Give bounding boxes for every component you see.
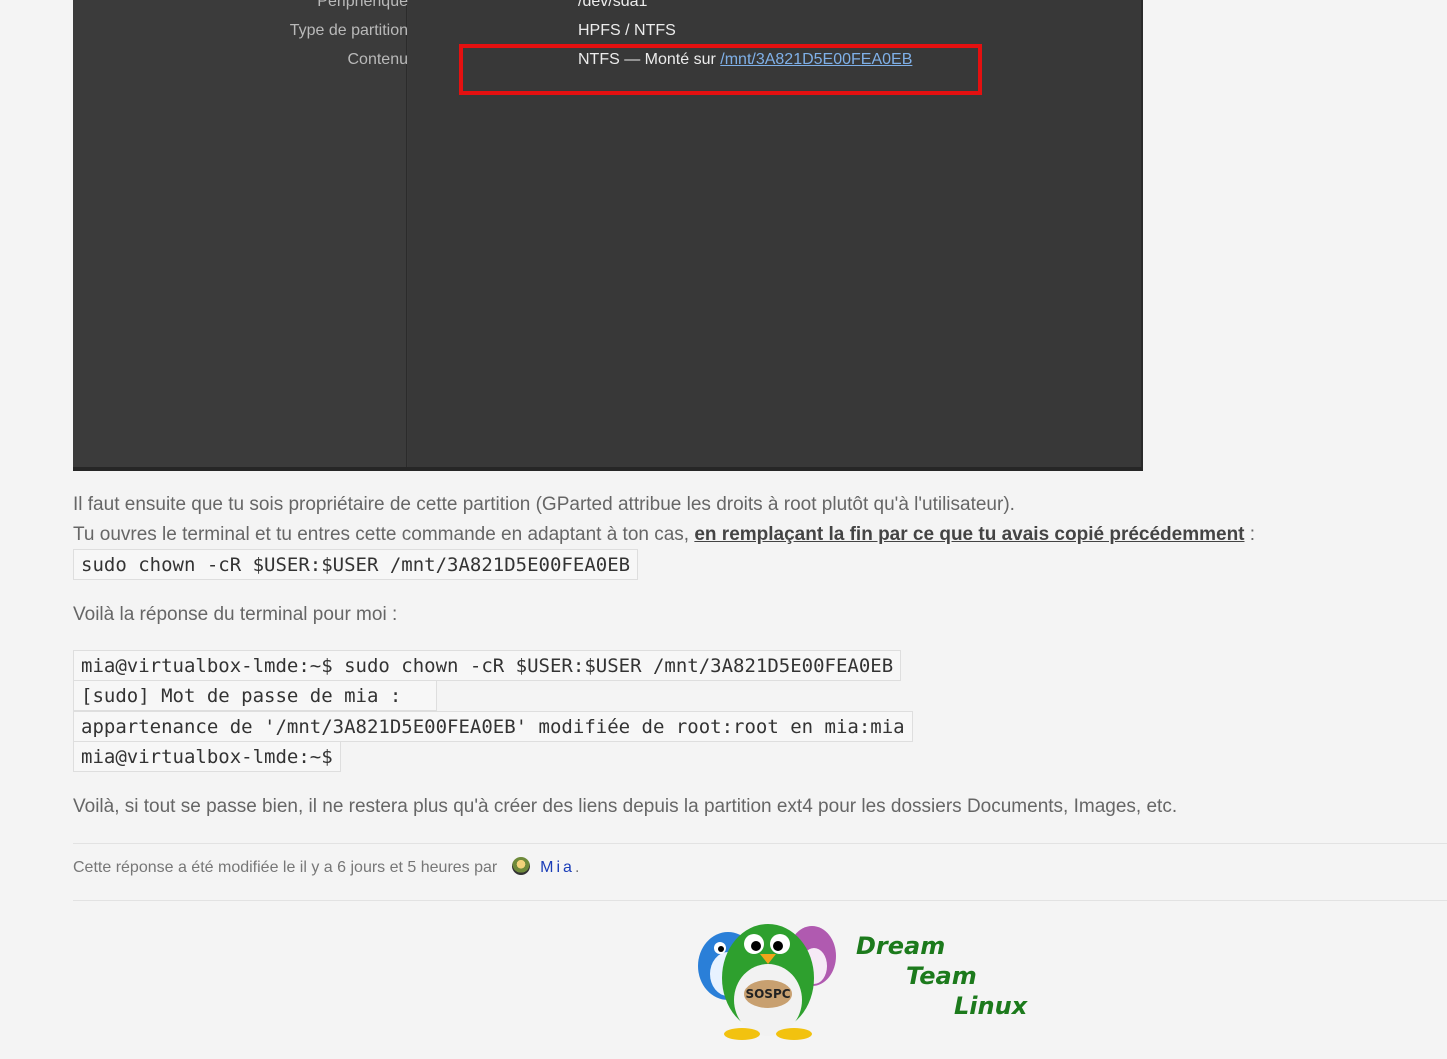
divider: [73, 843, 1447, 844]
prop-value: HPFS / NTFS: [578, 22, 676, 39]
paragraph-instruction: Tu ouvres le terminal et tu entres cette…: [73, 524, 1255, 546]
user-avatar[interactable]: [511, 857, 530, 875]
highlight-box: [459, 44, 982, 95]
edited-suffix: .: [574, 859, 580, 876]
terminal-line: appartenance de '/mnt/3A821D5E00FEA0EB' …: [73, 711, 913, 742]
edited-text: Cette réponse a été modifiée le il y a 6…: [73, 859, 498, 876]
prop-label: Type de partition: [289, 22, 408, 39]
terminal-line: mia@virtualbox-lmde:~$ sudo chown -cR $U…: [73, 650, 902, 681]
terminal-line: [sudo] Mot de passe de mia :: [73, 680, 437, 711]
screenshot-left-pane: [73, 0, 407, 467]
instruction-text: Tu ouvres le terminal et tu entres cette…: [73, 524, 695, 545]
logo-text-dream: Dream: [856, 932, 945, 960]
prop-label: Contenu: [347, 51, 409, 68]
logo-badge: SOSPC: [745, 987, 790, 1001]
paragraph-ownership: Il faut ensuite que tu sois propriétaire…: [73, 494, 1015, 515]
edited-note: Cette réponse a été modifiée le il y a 6…: [73, 857, 579, 877]
prop-value: /dev/sda1: [578, 0, 648, 10]
logo-text-linux: Linux: [954, 992, 1029, 1020]
command-code: sudo chown -cR $USER:$USER /mnt/3A821D5E…: [73, 549, 639, 580]
logo-text-team: Team: [906, 962, 977, 990]
terminal-line: mia@virtualbox-lmde:~$: [73, 741, 341, 772]
paragraph-terminal-response: Voilà la réponse du terminal pour moi :: [73, 604, 398, 625]
instruction-end: :: [1244, 524, 1256, 545]
paragraph-conclusion: Voilà, si tout se passe bien, il ne rest…: [73, 796, 1178, 817]
dream-team-linux-logo: SOSPC Dream Team Linux: [698, 924, 1029, 1040]
divider: [73, 900, 1447, 901]
gparted-screenshot: Périphérique /dev/sda1 Type de partition…: [73, 0, 1143, 471]
prop-label: Périphérique: [317, 0, 408, 10]
user-link[interactable]: Mia: [540, 859, 575, 876]
instruction-emphasis: en remplaçant la fin par ce que tu avais…: [694, 524, 1245, 545]
